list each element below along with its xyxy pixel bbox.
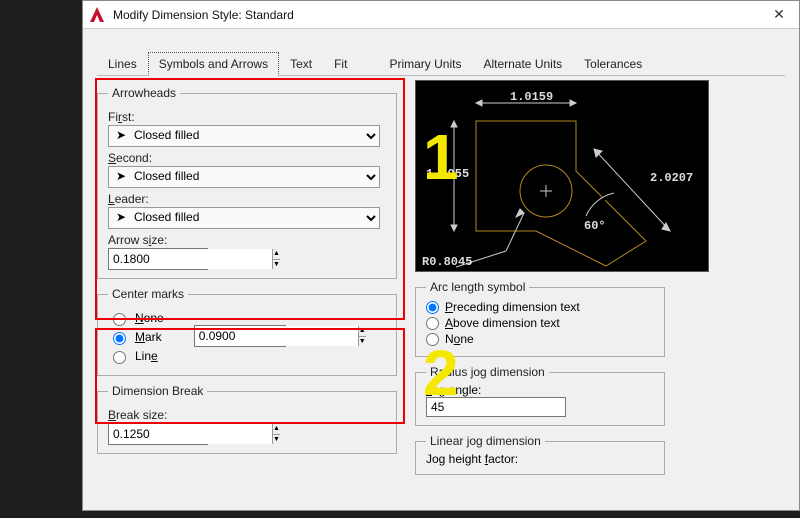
arrowheads-legend: Arrowheads xyxy=(108,86,180,100)
app-logo xyxy=(87,5,107,25)
left-column: Arrowheads First: ➤ Closed filled Second… xyxy=(97,86,397,454)
arc-none-label: None xyxy=(445,332,474,346)
spin-up-icon[interactable]: ▲ xyxy=(273,249,280,260)
dimension-style-dialog: Modify Dimension Style: Standard ✕ Lines… xyxy=(82,0,800,511)
dimension-break-legend: Dimension Break xyxy=(108,384,207,398)
close-button[interactable]: ✕ xyxy=(763,3,795,27)
arrow-size-spinner[interactable]: ▲ ▼ xyxy=(108,248,208,270)
center-line-radio[interactable] xyxy=(113,351,126,364)
arc-preceding-radio[interactable] xyxy=(426,301,439,314)
center-mark-size-spinner[interactable]: ▲ ▼ xyxy=(194,325,286,347)
radius-jog-legend: Radius jog dimension xyxy=(426,365,549,379)
arrow-size-input[interactable] xyxy=(109,249,272,269)
jog-height-factor-label: Jog height factor: xyxy=(426,452,654,466)
tab-text[interactable]: Text xyxy=(279,52,323,76)
break-size-label: Break size: xyxy=(108,408,386,422)
arc-preceding-label: Preceding dimension text xyxy=(445,300,580,314)
center-none-radio[interactable] xyxy=(113,313,126,326)
center-mark-size-input[interactable] xyxy=(195,326,358,346)
center-none-label: None xyxy=(135,311,164,325)
second-arrowhead-select[interactable] xyxy=(108,166,380,188)
arc-above-label: Above dimension text xyxy=(445,316,560,330)
linear-jog-group: Linear jog dimension Jog height factor: xyxy=(415,434,665,475)
center-line-label: Line xyxy=(135,349,158,363)
preview-dim-radius: R0.8045 xyxy=(422,255,472,269)
jog-angle-input[interactable] xyxy=(426,397,566,417)
preview-dim-angle: 60° xyxy=(584,219,606,233)
jog-angle-label: Jog angle: xyxy=(426,383,546,397)
leader-label: Leader: xyxy=(108,192,386,206)
tab-fit[interactable]: Fit xyxy=(323,52,358,76)
arrowheads-group: Arrowheads First: ➤ Closed filled Second… xyxy=(97,86,397,279)
arc-above-radio[interactable] xyxy=(426,317,439,330)
second-label: Second: xyxy=(108,151,386,165)
arc-none-radio[interactable] xyxy=(426,333,439,346)
center-marks-group: Center marks None Mark Line xyxy=(97,287,397,376)
preview-dim-right: 2.0207 xyxy=(650,171,693,185)
preview-dim-left: 1.1955 xyxy=(426,167,469,181)
center-marks-legend: Center marks xyxy=(108,287,188,301)
spin-down-icon[interactable]: ▼ xyxy=(273,260,280,270)
first-arrowhead-select[interactable] xyxy=(108,125,380,147)
content-area: Arrowheads First: ➤ Closed filled Second… xyxy=(83,78,799,518)
arc-length-group: Arc length symbol Preceding dimension te… xyxy=(415,280,665,357)
spin-up-icon[interactable]: ▲ xyxy=(359,326,366,337)
tabstrip: Lines Symbols and Arrows Text Fit Primar… xyxy=(97,51,785,76)
spin-up-icon[interactable]: ▲ xyxy=(273,424,280,435)
spin-down-icon[interactable]: ▼ xyxy=(273,435,280,445)
first-label: First: xyxy=(108,110,386,124)
preview-dim-top: 1.0159 xyxy=(510,90,553,104)
tab-lines[interactable]: Lines xyxy=(97,52,148,76)
titlebar: Modify Dimension Style: Standard ✕ xyxy=(83,1,799,29)
dimension-break-group: Dimension Break Break size: ▲ ▼ xyxy=(97,384,397,454)
arrow-size-label: Arrow size: xyxy=(108,233,386,247)
radius-jog-group: Radius jog dimension Jog angle: xyxy=(415,365,665,426)
break-size-spinner[interactable]: ▲ ▼ xyxy=(108,423,208,445)
tab-primary-units[interactable]: Primary Units xyxy=(378,52,472,76)
arc-length-legend: Arc length symbol xyxy=(426,280,529,294)
center-mark-label: Mark xyxy=(135,330,162,344)
right-column: 1.0159 1.1955 2.0207 60° R0.8045 Arc len… xyxy=(415,80,775,483)
leader-arrowhead-select[interactable] xyxy=(108,207,380,229)
preview-panel: 1.0159 1.1955 2.0207 60° R0.8045 xyxy=(415,80,709,272)
window-title: Modify Dimension Style: Standard xyxy=(113,8,763,22)
tab-symbols-arrows[interactable]: Symbols and Arrows xyxy=(148,52,279,76)
center-mark-radio[interactable] xyxy=(113,332,126,345)
tab-alternate-units[interactable]: Alternate Units xyxy=(472,52,573,76)
break-size-input[interactable] xyxy=(109,424,272,444)
spin-down-icon[interactable]: ▼ xyxy=(359,337,366,347)
tab-tolerances[interactable]: Tolerances xyxy=(573,52,653,76)
linear-jog-legend: Linear jog dimension xyxy=(426,434,545,448)
